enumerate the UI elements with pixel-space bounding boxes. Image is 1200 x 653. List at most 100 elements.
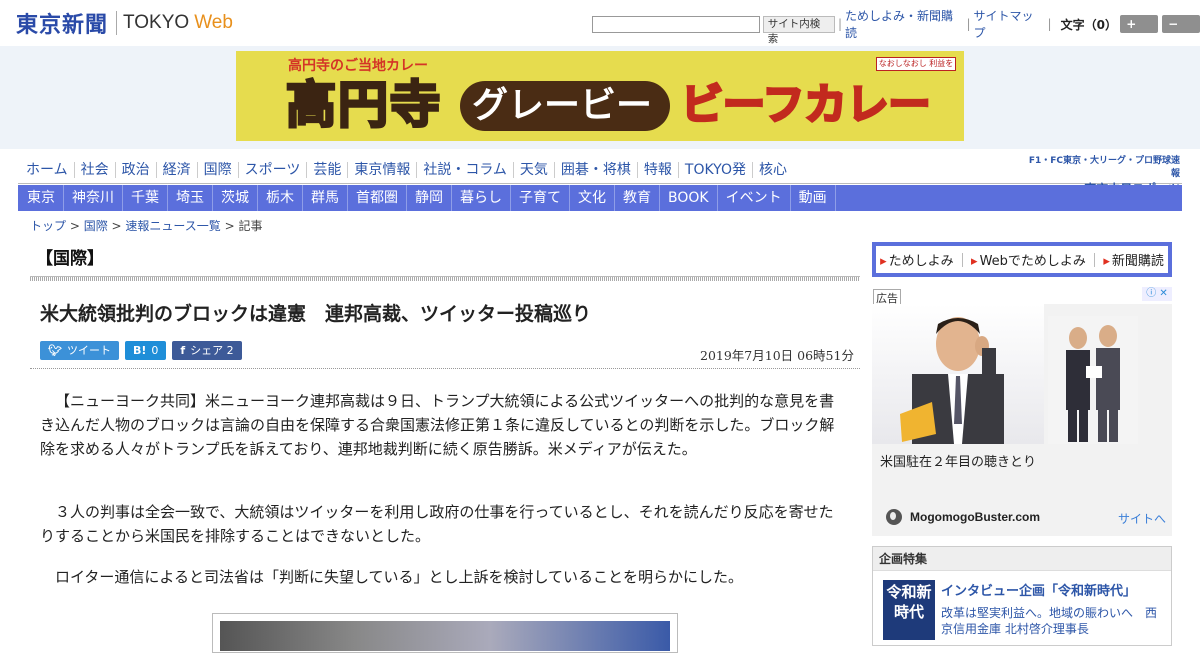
ad-visit-link[interactable]: サイトへ: [1118, 510, 1166, 527]
breadcrumb-sep: >: [107, 219, 126, 233]
promo-trial-link[interactable]: ためしよみ: [880, 250, 954, 269]
font-size-label: 文字（0）: [1060, 17, 1117, 32]
font-smaller-button[interactable]: − 小: [1162, 15, 1200, 49]
article-photo[interactable]: [220, 621, 670, 651]
subnav-item-ibaraki[interactable]: 茨城: [213, 185, 258, 211]
subnav-item-culture[interactable]: 文化: [570, 185, 615, 211]
facebook-label: シェア: [190, 344, 224, 357]
subnav-item-tochigi[interactable]: 栃木: [258, 185, 303, 211]
facebook-icon: f: [180, 344, 186, 357]
nav-item-special[interactable]: 特報: [638, 162, 679, 178]
nav-item-politics[interactable]: 政治: [116, 162, 157, 178]
util-divider: |: [966, 17, 971, 31]
site-search-button[interactable]: サイト内検索: [762, 15, 835, 45]
trial-subscribe-link[interactable]: ためしよみ・新聞購読: [845, 7, 963, 41]
article-date: 2019年7月10日 06時51分: [700, 348, 854, 363]
subnav-item-kanagawa[interactable]: 神奈川: [64, 185, 123, 211]
nav-item-sports[interactable]: スポーツ: [239, 162, 308, 178]
logo-tokyo: TOKYO: [123, 12, 190, 33]
utility-bar: サイト内検索 | ためしよみ・新聞購読 | サイトマップ | 文字（0） + 大…: [592, 9, 1200, 49]
ad-caption[interactable]: 米国駐在２年目の聴きとり: [880, 451, 1036, 470]
hatena-count: 0: [151, 344, 159, 357]
ad-site-name: MogomogoBuster.com: [910, 510, 1041, 524]
section-title: 【国際】: [36, 249, 104, 269]
util-divider: |: [1047, 17, 1052, 31]
tweet-label: ツイート: [66, 344, 111, 357]
nav-item-home[interactable]: ホーム: [18, 162, 75, 178]
logo-jp: 東京新聞: [16, 12, 109, 38]
breadcrumb-news-list[interactable]: 速報ニュース一覧: [125, 219, 220, 233]
feature-title[interactable]: インタビュー企画「令和新時代」: [941, 580, 1136, 599]
ad-image-man-drawing: [900, 317, 1004, 444]
chunichi-tagline: F1・FC東京・大リーグ・プロ野球速報: [1028, 156, 1180, 179]
subnav-item-video[interactable]: 動画: [791, 185, 836, 211]
banner-top-text: 高円寺のご当地カレー: [288, 58, 428, 74]
tweet-button[interactable]: 🐦︎ ツイート: [40, 341, 119, 360]
breadcrumb-world[interactable]: 国際: [84, 219, 108, 233]
nav-item-world[interactable]: 国際: [198, 162, 239, 178]
banner-pill-text: グレービー: [472, 85, 653, 126]
nav-divider: [18, 183, 1182, 184]
subnav-item-gunma[interactable]: 群馬: [303, 185, 348, 211]
twitter-icon: 🐦︎: [48, 344, 62, 357]
nav-item-society[interactable]: 社会: [75, 162, 116, 178]
subnav-item-event[interactable]: イベント: [718, 185, 791, 211]
promo-links: ためしよみ Webでためしよみ 新聞購読: [876, 246, 1168, 273]
date-rule: [30, 368, 860, 369]
nav-item-go-shogi[interactable]: 囲碁・将棋: [555, 162, 638, 178]
subnav-item-metro[interactable]: 首都圏: [348, 185, 407, 211]
ad-banner[interactable]: 高円寺のご当地カレー 高円寺 グレービー ビーフカレー なおしなおし 利益を: [236, 51, 964, 141]
chunichi-sports-link[interactable]: F1・FC東京・大リーグ・プロ野球速報 東京中日スポーツ: [1020, 153, 1180, 196]
subnav-item-tokyo[interactable]: 東京: [18, 185, 64, 211]
nav-item-editorial[interactable]: 社説・コラム: [417, 162, 514, 178]
article-headline: 米大統領批判のブロックは違憲 連邦高裁、ツイッター投稿巡り: [40, 303, 592, 325]
subnav-item-shizuoka[interactable]: 静岡: [407, 185, 452, 211]
ad-image-man[interactable]: [872, 304, 1044, 444]
nav-item-economy[interactable]: 経済: [157, 162, 198, 178]
ad-image-businessmen-drawing: [1066, 325, 1120, 442]
facebook-share-button[interactable]: f シェア 2: [172, 341, 242, 360]
promo-web-trial-link[interactable]: Webでためしよみ: [971, 250, 1086, 269]
hatena-icon: B!: [132, 344, 147, 357]
breadcrumb-top[interactable]: トップ: [30, 219, 66, 233]
site-search-input[interactable]: [592, 15, 760, 33]
site-logo[interactable]: 東京新聞 TOKYO Web: [16, 8, 233, 38]
ad-image-businessmen[interactable]: [1048, 316, 1138, 444]
font-bigger-button[interactable]: + 大: [1120, 15, 1159, 49]
promo-subscribe-link[interactable]: 新聞購読: [1103, 250, 1164, 269]
sitemap-link[interactable]: サイトマップ: [973, 7, 1044, 41]
section-rule: [30, 276, 860, 281]
main-nav: ホーム 社会 政治 経済 国際 スポーツ 芸能 東京情報 社説・コラム 天気 囲…: [18, 158, 793, 182]
subnav-item-book[interactable]: BOOK: [660, 185, 718, 211]
article-paragraph: ロイター通信によると司法省は「判断に失望している」とし上訴を検討していることを明…: [55, 568, 744, 586]
subnav-item-chiba[interactable]: 千葉: [123, 185, 168, 211]
promo-divider: [1094, 252, 1096, 267]
subnav-item-parenting[interactable]: 子育て: [511, 185, 570, 211]
ad-site[interactable]: MogomogoBuster.com: [886, 509, 1040, 525]
promo-divider: [961, 252, 963, 267]
subscription-promo: ためしよみ Webでためしよみ 新聞購読: [872, 242, 1172, 277]
subnav-item-living[interactable]: 暮らし: [452, 185, 511, 211]
subnav-item-education[interactable]: 教育: [615, 185, 660, 211]
site-header: 東京新聞 TOKYO Web サイト内検索 | ためしよみ・新聞購読 | サイト…: [0, 0, 1200, 49]
feature-box: 企画特集 令和新時代 インタビュー企画「令和新時代」 改革は堅実利益へ。地域の賑…: [872, 546, 1172, 646]
breadcrumb-current: 記事: [238, 219, 263, 233]
nav-item-core[interactable]: 核心: [753, 162, 793, 178]
feature-description[interactable]: 改革は堅実利益へ。地域の賑わいへ 西京信用金庫 北村啓介理事長: [941, 605, 1161, 637]
nav-item-entertainment[interactable]: 芸能: [307, 162, 349, 178]
breadcrumb-sep: >: [66, 219, 84, 233]
feature-thumbnail[interactable]: 令和新時代: [883, 580, 935, 640]
article-paragraph: ３人の判事は全会一致で、大統領はツイッターを利用し政府の仕事を行っているとし、そ…: [40, 503, 834, 545]
nav-item-weather[interactable]: 天気: [514, 162, 555, 178]
hatena-button[interactable]: B! 0: [124, 341, 167, 360]
nav-item-tokyo-info[interactable]: 東京情報: [348, 162, 418, 178]
banner-badge: なおしなおし 利益を: [876, 57, 956, 71]
subnav-item-saitama[interactable]: 埼玉: [168, 185, 213, 211]
regional-nav: 東京 神奈川 千葉 埼玉 茨城 栃木 群馬 首都圏 静岡 暮らし 子育て 文化 …: [18, 185, 1182, 211]
facebook-count: 2: [226, 344, 234, 357]
globe-icon: [886, 509, 902, 525]
util-divider: |: [837, 17, 842, 31]
nav-item-tokyo-hatsu[interactable]: TOKYO発: [679, 162, 753, 178]
breadcrumb: トップ > 国際 > 速報ニュース一覧 > 記事: [30, 217, 263, 234]
ad-choices-icon[interactable]: ⓘ ✕: [1142, 287, 1172, 301]
